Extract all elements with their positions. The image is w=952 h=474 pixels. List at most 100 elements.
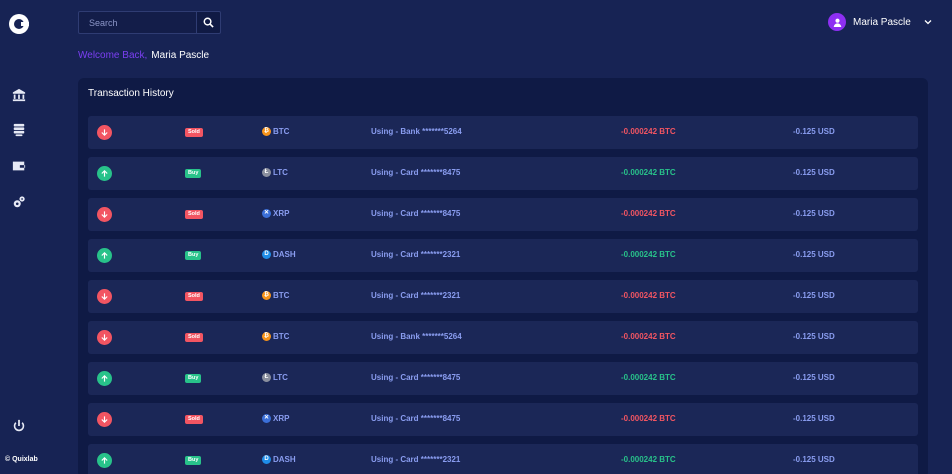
- type-badge: Buy: [185, 374, 202, 383]
- arrow-down-icon: [97, 330, 112, 345]
- usd-amount: -0.125 USD: [793, 414, 835, 423]
- table-row[interactable]: Sold ₿ BTC Using - Bank *******5264 -0.00024…: [88, 321, 918, 354]
- coin-name: BTC: [273, 127, 290, 136]
- arrow-down-icon: [97, 125, 112, 140]
- coin-name: LTC: [273, 373, 288, 382]
- coin-name: XRP: [273, 209, 290, 218]
- type-badge: Buy: [185, 456, 202, 465]
- usd-amount: -0.125 USD: [793, 209, 835, 218]
- table-row[interactable]: Buy Ł LTC Using - Card *******8475 -0.000242…: [88, 157, 918, 190]
- usd-amount: -0.125 USD: [793, 455, 835, 464]
- bank-icon[interactable]: [10, 86, 28, 104]
- crypto-amount: -0.000242 BTC: [621, 414, 676, 423]
- coin-cell: Ł LTC: [262, 373, 288, 382]
- usd-amount: -0.125 USD: [793, 127, 835, 136]
- payment-method: Using - Bank *******5264: [371, 127, 462, 136]
- crypto-amount: -0.000242 BTC: [621, 332, 676, 341]
- crypto-amount: -0.000242 BTC: [621, 168, 676, 177]
- chevron-down-icon[interactable]: [923, 17, 933, 27]
- table-row[interactable]: Buy D DASH Using - Card *******2321 -0.00024…: [88, 239, 918, 272]
- type-badge: Buy: [185, 251, 202, 260]
- coin-name: LTC: [273, 168, 288, 177]
- crypto-amount: -0.000242 BTC: [621, 250, 676, 259]
- arrow-down-icon: [97, 207, 112, 222]
- coin-cell: ✕ XRP: [262, 209, 289, 218]
- coin-name: XRP: [273, 414, 290, 423]
- usd-amount: -0.125 USD: [793, 291, 835, 300]
- type-badge: Sold: [185, 210, 203, 219]
- ltc-icon: Ł: [262, 373, 271, 382]
- btc-icon: ₿: [262, 127, 271, 136]
- payment-method: Using - Card *******8475: [371, 168, 461, 177]
- user-menu[interactable]: Maria Pascle: [828, 13, 933, 31]
- crypto-amount: -0.000242 BTC: [621, 209, 676, 218]
- type-badge: Sold: [185, 333, 203, 342]
- coin-cell: ₿ BTC: [262, 291, 289, 300]
- btc-icon: ₿: [262, 332, 271, 341]
- dash-icon: D: [262, 250, 271, 259]
- coin-cell: ✕ XRP: [262, 414, 289, 423]
- type-badge: Buy: [185, 169, 202, 178]
- table-row[interactable]: Sold ✕ XRP Using - Card *******8475 -0.00024…: [88, 198, 918, 231]
- payment-method: Using - Card *******2321: [371, 291, 461, 300]
- xrp-icon: ✕: [262, 209, 271, 218]
- copyright-text: © Quixlab: [5, 456, 38, 463]
- payment-method: Using - Card *******8475: [371, 414, 461, 423]
- coin-cell: ₿ BTC: [262, 127, 289, 136]
- btc-icon: ₿: [262, 291, 271, 300]
- search-input[interactable]: [78, 11, 197, 34]
- usd-amount: -0.125 USD: [793, 332, 835, 341]
- usd-amount: -0.125 USD: [793, 168, 835, 177]
- list-icon[interactable]: [10, 121, 28, 139]
- user-name: Maria Pascle: [853, 16, 911, 28]
- payment-method: Using - Card *******8475: [371, 373, 461, 382]
- coin-cell: D DASH: [262, 455, 296, 464]
- coin-name: DASH: [273, 250, 296, 259]
- avatar[interactable]: [828, 13, 846, 31]
- crypto-amount: -0.000242 BTC: [621, 127, 676, 136]
- table-row[interactable]: Buy Ł LTC Using - Card *******8475 -0.000242…: [88, 362, 918, 395]
- payment-method: Using - Card *******2321: [371, 455, 461, 464]
- crypto-amount: -0.000242 BTC: [621, 455, 676, 464]
- crypto-amount: -0.000242 BTC: [621, 373, 676, 382]
- wallet-icon[interactable]: [10, 157, 28, 175]
- dash-icon: D: [262, 455, 271, 464]
- table-row[interactable]: Buy D DASH Using - Card *******2321 -0.00024…: [88, 444, 918, 474]
- welcome-message: Welcome Back, Maria Pascle: [78, 50, 209, 61]
- coin-name: BTC: [273, 291, 290, 300]
- type-badge: Sold: [185, 292, 203, 301]
- user-icon: [833, 18, 841, 27]
- coin-name: DASH: [273, 455, 296, 464]
- arrow-up-icon: [97, 371, 112, 386]
- type-badge: Sold: [185, 128, 203, 137]
- power-icon[interactable]: [10, 417, 28, 435]
- payment-method: Using - Card *******2321: [371, 250, 461, 259]
- coin-cell: ₿ BTC: [262, 332, 289, 341]
- payment-method: Using - Card *******8475: [371, 209, 461, 218]
- arrow-up-icon: [97, 248, 112, 263]
- table-row[interactable]: Sold ₿ BTC Using - Bank *******5264 -0.00024…: [88, 116, 918, 149]
- coin-cell: D DASH: [262, 250, 296, 259]
- ltc-icon: Ł: [262, 168, 271, 177]
- coin-name: BTC: [273, 332, 290, 341]
- transaction-history-panel: Transaction History Sold ₿ BTC Using - Bank…: [78, 78, 928, 474]
- arrow-up-icon: [97, 453, 112, 468]
- welcome-prefix: Welcome Back,: [78, 50, 148, 61]
- logo-icon[interactable]: [9, 14, 29, 34]
- sidebar: © Quixlab: [0, 0, 38, 474]
- search-button[interactable]: [196, 11, 221, 34]
- settings-icon[interactable]: [10, 193, 28, 211]
- table-row[interactable]: Sold ✕ XRP Using - Card *******8475 -0.00024…: [88, 403, 918, 436]
- arrow-down-icon: [97, 289, 112, 304]
- table-row[interactable]: Sold ₿ BTC Using - Card *******2321 -0.00024…: [88, 280, 918, 313]
- payment-method: Using - Bank *******5264: [371, 332, 462, 341]
- welcome-name: Maria Pascle: [151, 50, 210, 61]
- panel-title: Transaction History: [88, 88, 174, 99]
- xrp-icon: ✕: [262, 414, 271, 423]
- usd-amount: -0.125 USD: [793, 373, 835, 382]
- search-icon: [203, 17, 214, 28]
- coin-cell: Ł LTC: [262, 168, 288, 177]
- crypto-amount: -0.000242 BTC: [621, 291, 676, 300]
- type-badge: Sold: [185, 415, 203, 424]
- arrow-up-icon: [97, 166, 112, 181]
